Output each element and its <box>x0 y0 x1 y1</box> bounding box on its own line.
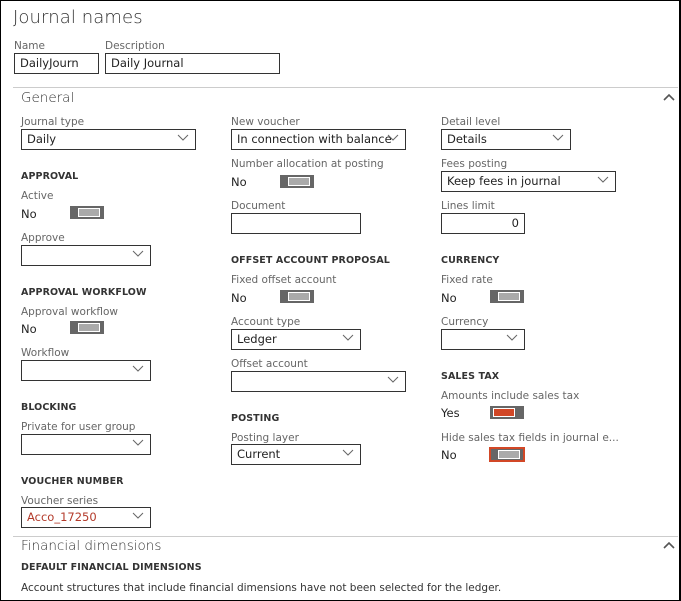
document-field[interactable] <box>231 213 361 234</box>
new-voucher-select[interactable]: In connection with balance <box>231 129 406 150</box>
chevron-down-icon <box>552 134 564 141</box>
document-label: Document <box>231 200 286 212</box>
number-allocation-toggle[interactable] <box>280 175 314 188</box>
sales-tax-header: SALES TAX <box>441 371 500 382</box>
currency-header: CURRENCY <box>441 255 500 266</box>
new-voucher-value: In connection with balance <box>237 132 392 146</box>
financial-dimensions-section-title[interactable]: Financial dimensions <box>21 538 161 554</box>
new-voucher-label: New voucher <box>231 116 300 128</box>
detail-level-value: Details <box>447 132 487 146</box>
section-divider <box>13 536 678 537</box>
amounts-include-sales-tax-label: Amounts include sales tax <box>441 390 580 402</box>
journal-type-label: Journal type <box>21 116 85 128</box>
hide-sales-tax-fields-value: No <box>441 448 457 462</box>
default-financial-dimensions-header: DEFAULT FINANCIAL DIMENSIONS <box>21 562 202 573</box>
approval-workflow-label: Approval workflow <box>21 306 118 318</box>
offset-account-proposal-header: OFFSET ACCOUNT PROPOSAL <box>231 255 390 266</box>
chevron-down-icon <box>132 512 144 519</box>
lines-limit-field[interactable]: 0 <box>441 213 525 234</box>
name-label: Name <box>14 40 45 52</box>
fixed-rate-toggle[interactable] <box>490 290 524 303</box>
collapse-general-icon[interactable] <box>663 93 675 101</box>
active-label: Active <box>21 190 54 202</box>
currency-label: Currency <box>441 316 489 328</box>
fixed-offset-account-label: Fixed offset account <box>231 274 337 286</box>
chevron-down-icon <box>177 134 189 141</box>
voucher-series-select[interactable]: Acco_17250 <box>21 507 151 528</box>
fees-posting-select[interactable]: Keep fees in journal <box>441 171 616 192</box>
posting-layer-label: Posting layer <box>231 432 299 444</box>
collapse-financial-dimensions-icon[interactable] <box>663 541 675 549</box>
fees-posting-label: Fees posting <box>441 158 508 170</box>
number-allocation-label: Number allocation at posting <box>231 158 384 170</box>
financial-dimensions-message: Account structures that include financia… <box>21 582 502 594</box>
fixed-offset-account-toggle[interactable] <box>280 290 314 303</box>
hide-sales-tax-fields-label: Hide sales tax fields in journal e... <box>441 432 619 444</box>
approval-workflow-header: APPROVAL WORKFLOW <box>21 287 147 298</box>
chevron-down-icon <box>597 176 609 183</box>
description-field[interactable]: Daily Journal <box>105 53 280 74</box>
chevron-down-icon <box>132 365 144 372</box>
amounts-include-sales-tax-value: Yes <box>441 406 460 420</box>
approval-workflow-value: No <box>21 322 37 336</box>
fixed-offset-account-value: No <box>231 291 247 305</box>
page-title: Journal names <box>13 7 143 28</box>
chevron-down-icon <box>132 439 144 446</box>
approve-label: Approve <box>21 232 65 244</box>
chevron-down-icon <box>342 449 354 456</box>
journal-type-select[interactable]: Daily <box>21 129 196 150</box>
chevron-down-icon <box>132 250 144 257</box>
blocking-header: BLOCKING <box>21 402 77 413</box>
posting-layer-value: Current <box>237 447 281 461</box>
private-for-user-group-label: Private for user group <box>21 421 136 433</box>
approve-select[interactable] <box>21 245 151 266</box>
active-value: No <box>21 207 37 221</box>
currency-select[interactable] <box>441 329 525 350</box>
name-field[interactable]: DailyJourn <box>14 53 99 74</box>
posting-layer-select[interactable]: Current <box>231 444 361 465</box>
voucher-series-label: Voucher series <box>21 495 99 507</box>
approval-workflow-toggle[interactable] <box>70 321 104 334</box>
chevron-down-icon <box>342 334 354 341</box>
workflow-select[interactable] <box>21 360 151 381</box>
offset-account-select[interactable] <box>231 371 406 392</box>
journal-type-value: Daily <box>27 132 57 146</box>
active-toggle[interactable] <box>70 206 104 219</box>
fixed-rate-label: Fixed rate <box>441 274 493 286</box>
number-allocation-value: No <box>231 175 247 189</box>
account-type-value: Ledger <box>237 332 277 346</box>
chevron-down-icon <box>387 134 399 141</box>
account-type-label: Account type <box>231 316 301 328</box>
private-for-user-group-select[interactable] <box>21 434 151 455</box>
posting-header: POSTING <box>231 413 280 424</box>
chevron-down-icon <box>387 376 399 383</box>
chevron-down-icon <box>506 334 518 341</box>
workflow-label: Workflow <box>21 347 70 359</box>
detail-level-select[interactable]: Details <box>441 129 571 150</box>
offset-account-label: Offset account <box>231 358 308 370</box>
description-label: Description <box>105 40 165 52</box>
voucher-number-header: VOUCHER NUMBER <box>21 476 124 487</box>
account-type-select[interactable]: Ledger <box>231 329 361 350</box>
voucher-series-value: Acco_17250 <box>27 510 97 524</box>
fixed-rate-value: No <box>441 291 457 305</box>
amounts-include-sales-tax-toggle[interactable] <box>490 406 524 419</box>
general-section-title[interactable]: General <box>21 90 74 106</box>
lines-limit-label: Lines limit <box>441 200 495 212</box>
section-divider <box>13 87 678 88</box>
detail-level-label: Detail level <box>441 116 501 128</box>
fees-posting-value: Keep fees in journal <box>447 174 561 188</box>
approval-header: APPROVAL <box>21 171 79 182</box>
hide-sales-tax-fields-toggle[interactable] <box>489 447 525 462</box>
